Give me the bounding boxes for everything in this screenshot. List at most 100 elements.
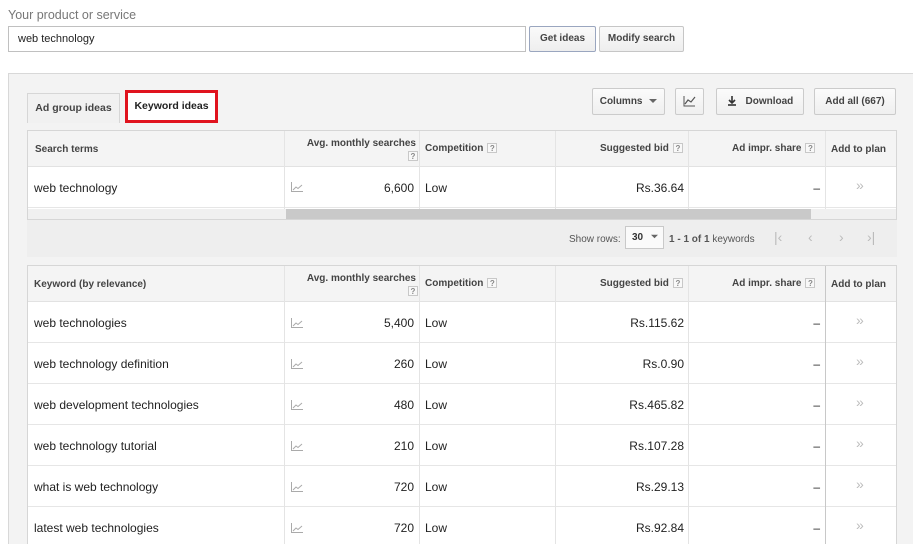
help-icon[interactable]: ? [805,143,816,154]
suggested-bid-cell: Rs.107.28 [629,439,684,453]
header-ad-impr-share[interactable]: Ad impr. share? [732,143,816,154]
add-all-button[interactable]: Add all (667) [814,88,896,115]
trend-chart-icon[interactable] [291,182,303,192]
header-add-to-plan: Add to plan [831,279,886,290]
caret-down-icon [649,99,658,104]
avg-searches-cell: 210 [393,439,414,453]
help-icon[interactable]: ? [672,278,683,289]
search-terms-table: Search terms Avg. monthly searches ? Com… [27,130,897,220]
help-icon[interactable]: ? [408,286,418,296]
header-competition[interactable]: Competition? [425,278,498,289]
table-header-row: Search terms Avg. monthly searches ? Com… [28,131,896,167]
add-to-plan-icon[interactable]: » [856,476,864,492]
keyword-cell: web technologies [34,316,127,330]
keyword-cell: web technology definition [34,357,169,371]
header-ad-impr-share[interactable]: Ad impr. share? [732,278,816,289]
help-icon[interactable]: ? [487,143,498,154]
trend-chart-icon[interactable] [291,400,303,410]
horizontal-scrollbar-thumb[interactable] [286,209,811,219]
avg-searches-cell: 720 [393,480,414,494]
header-suggested-bid[interactable]: Suggested bid? [600,278,683,289]
ad-impr-share-cell: – [813,181,820,195]
add-to-plan-icon[interactable]: » [856,312,864,328]
avg-searches-cell: 6,600 [383,181,414,195]
last-page-icon[interactable]: ›| [867,229,875,245]
header-bid-label: Suggested bid [600,143,669,154]
modify-search-button[interactable]: Modify search [599,26,684,52]
add-to-plan-icon[interactable]: » [856,394,864,410]
header-share-label: Ad impr. share [732,278,802,289]
product-search-input[interactable] [8,26,526,52]
table-row: web technology 6,600 Low Rs.36.64 – » [28,167,896,208]
suggested-bid-cell: Rs.0.90 [642,357,684,371]
tab-ad-group-ideas[interactable]: Ad group ideas [27,93,120,123]
avg-searches-cell: 720 [393,521,414,535]
header-search-terms[interactable]: Search terms [35,144,98,155]
product-service-label: Your product or service [8,8,137,22]
competition-cell: Low [425,181,448,195]
competition-cell: Low [425,439,448,453]
ad-impr-share-cell: – [813,357,820,371]
header-competition[interactable]: Competition? [425,143,498,154]
ad-impr-share-cell: – [813,480,820,494]
pagination-bar: Show rows: 30 1 - 1 of 1 keywords |‹ ‹ ›… [27,220,897,257]
add-to-plan-icon[interactable]: » [856,435,864,451]
trend-chart-icon[interactable] [291,482,303,492]
suggested-bid-cell: Rs.36.64 [635,181,684,195]
add-to-plan-icon[interactable]: » [856,517,864,533]
next-page-icon[interactable]: › [839,229,844,245]
table-row: what is web technology 720 Low Rs.29.13 … [28,466,896,507]
help-icon[interactable]: ? [487,278,498,289]
trend-chart-icon[interactable] [291,523,303,533]
search-term-cell: web technology [34,181,118,195]
competition-cell: Low [425,316,448,330]
header-add-to-plan: Add to plan [831,144,886,155]
avg-searches-cell: 260 [393,357,414,371]
header-avg-monthly-searches[interactable]: Avg. monthly searches [302,273,416,284]
help-icon[interactable]: ? [408,151,418,161]
suggested-bid-cell: Rs.92.84 [635,521,684,535]
previous-page-icon[interactable]: ‹ [808,229,813,245]
header-bid-label: Suggested bid [600,278,669,289]
trend-chart-icon[interactable] [291,359,303,369]
download-icon [727,96,736,107]
competition-cell: Low [425,521,448,535]
tab-keyword-ideas[interactable]: Keyword ideas [125,90,218,123]
caret-down-icon [650,234,658,239]
get-ideas-button[interactable]: Get ideas [529,26,596,52]
table-row: web technologies 5,400 Low Rs.115.62 – » [28,302,896,343]
rows-per-page-select[interactable]: 30 [625,226,664,249]
header-share-label: Ad impr. share [732,143,802,154]
header-suggested-bid[interactable]: Suggested bid? [600,143,683,154]
columns-label: Columns [599,96,643,107]
trend-chart-icon [683,95,696,107]
trend-chart-icon[interactable] [291,441,303,451]
trend-chart-icon[interactable] [291,318,303,328]
range-prefix: 1 - 1 of [669,234,705,245]
add-to-plan-icon[interactable]: » [856,353,864,369]
first-page-icon[interactable]: |‹ [774,229,782,245]
table-row: web development technologies 480 Low Rs.… [28,384,896,425]
help-icon[interactable]: ? [672,143,683,154]
table-row: web technology tutorial 210 Low Rs.107.2… [28,425,896,466]
table-row: latest web technologies 720 Low Rs.92.84… [28,507,896,544]
help-icon[interactable]: ? [805,278,816,289]
add-to-plan-icon[interactable]: » [856,177,864,193]
header-competition-label: Competition [425,278,484,289]
rows-per-page-value: 30 [632,232,644,243]
competition-cell: Low [425,398,448,412]
chart-toggle-button[interactable] [675,88,704,115]
ad-impr-share-cell: – [813,439,820,453]
columns-button[interactable]: Columns [592,88,665,115]
keyword-cell: what is web technology [34,480,159,494]
header-keyword-relevance[interactable]: Keyword (by relevance) [34,279,146,290]
header-avg-label: Avg. monthly searches [306,138,416,149]
ad-impr-share-cell: – [813,316,820,330]
header-avg-monthly-searches[interactable]: Avg. monthly searches [302,138,416,149]
avg-searches-cell: 480 [393,398,414,412]
keyword-ideas-table: Keyword (by relevance) Avg. monthly sear… [27,265,897,544]
competition-cell: Low [425,357,448,371]
download-button[interactable]: Download [716,88,804,115]
download-label: Download [745,96,794,107]
table-row: web technology definition 260 Low Rs.0.9… [28,343,896,384]
